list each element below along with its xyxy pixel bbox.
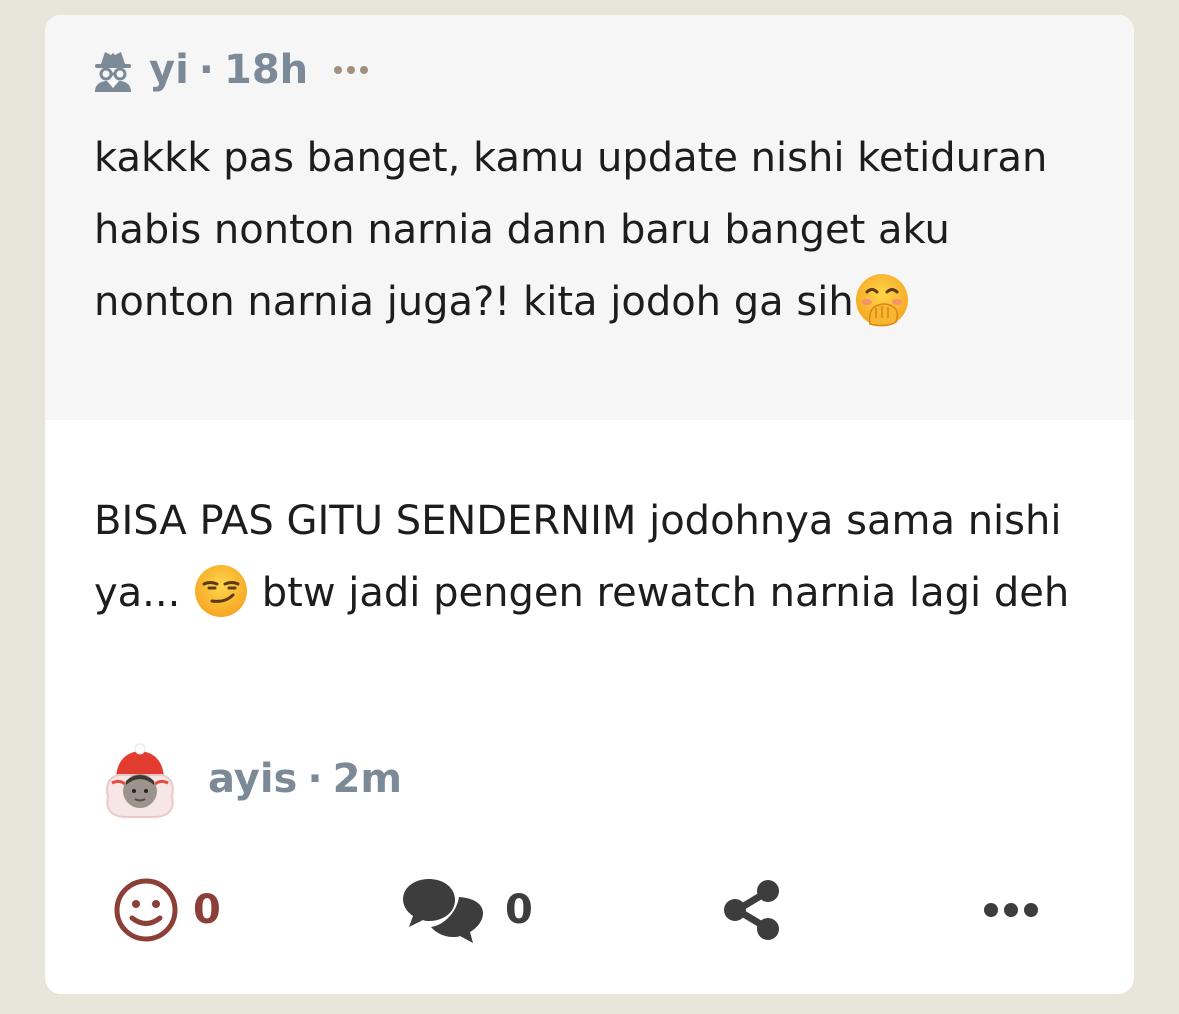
quoted-post-header: yi · 18h [91,45,369,95]
comments-icon [403,879,483,943]
reply-author-row: ayis · 2m [100,739,402,819]
reaction-count: 0 [193,887,221,933]
quoted-post-more-button[interactable] [334,48,369,92]
quoted-post[interactable]: yi · 18h kakkk pas banget, kamu update n… [45,15,1134,420]
reply-time: 2m [332,756,403,802]
smirking-face-emoji [195,565,248,617]
quoted-post-time: 18h [224,47,309,93]
reply-author-name[interactable]: ayis [208,756,297,802]
smiley-icon [114,878,178,942]
separator-dot: · [307,756,323,802]
avatar[interactable] [100,739,180,819]
incognito-icon [95,52,131,92]
dot [334,66,343,74]
reply-text: BISA PAS GITU SENDERNIM jodohnya sama ni… [94,485,1104,629]
post-card: yi · 18h kakkk pas banget, kamu update n… [45,15,1134,994]
share-icon [724,880,779,940]
more-options-button[interactable] [981,870,1041,950]
reply-text-part-2: btw jadi pengen rewatch narnia lagi deh [249,570,1070,616]
dot [360,66,369,74]
more-dots-icon [984,903,1038,917]
separator-dot: · [198,47,214,93]
quoted-post-text: kakkk pas banget, kamu update nishi keti… [94,122,1094,338]
comment-button[interactable]: 0 [401,870,533,950]
comment-count: 0 [505,887,533,933]
share-button[interactable] [721,870,785,950]
action-bar: 0 0 [45,870,1134,950]
dot [347,66,356,74]
face-with-hand-over-mouth-emoji [855,274,908,327]
reaction-button[interactable]: 0 [113,870,221,950]
quoted-author-name[interactable]: yi [149,47,189,93]
